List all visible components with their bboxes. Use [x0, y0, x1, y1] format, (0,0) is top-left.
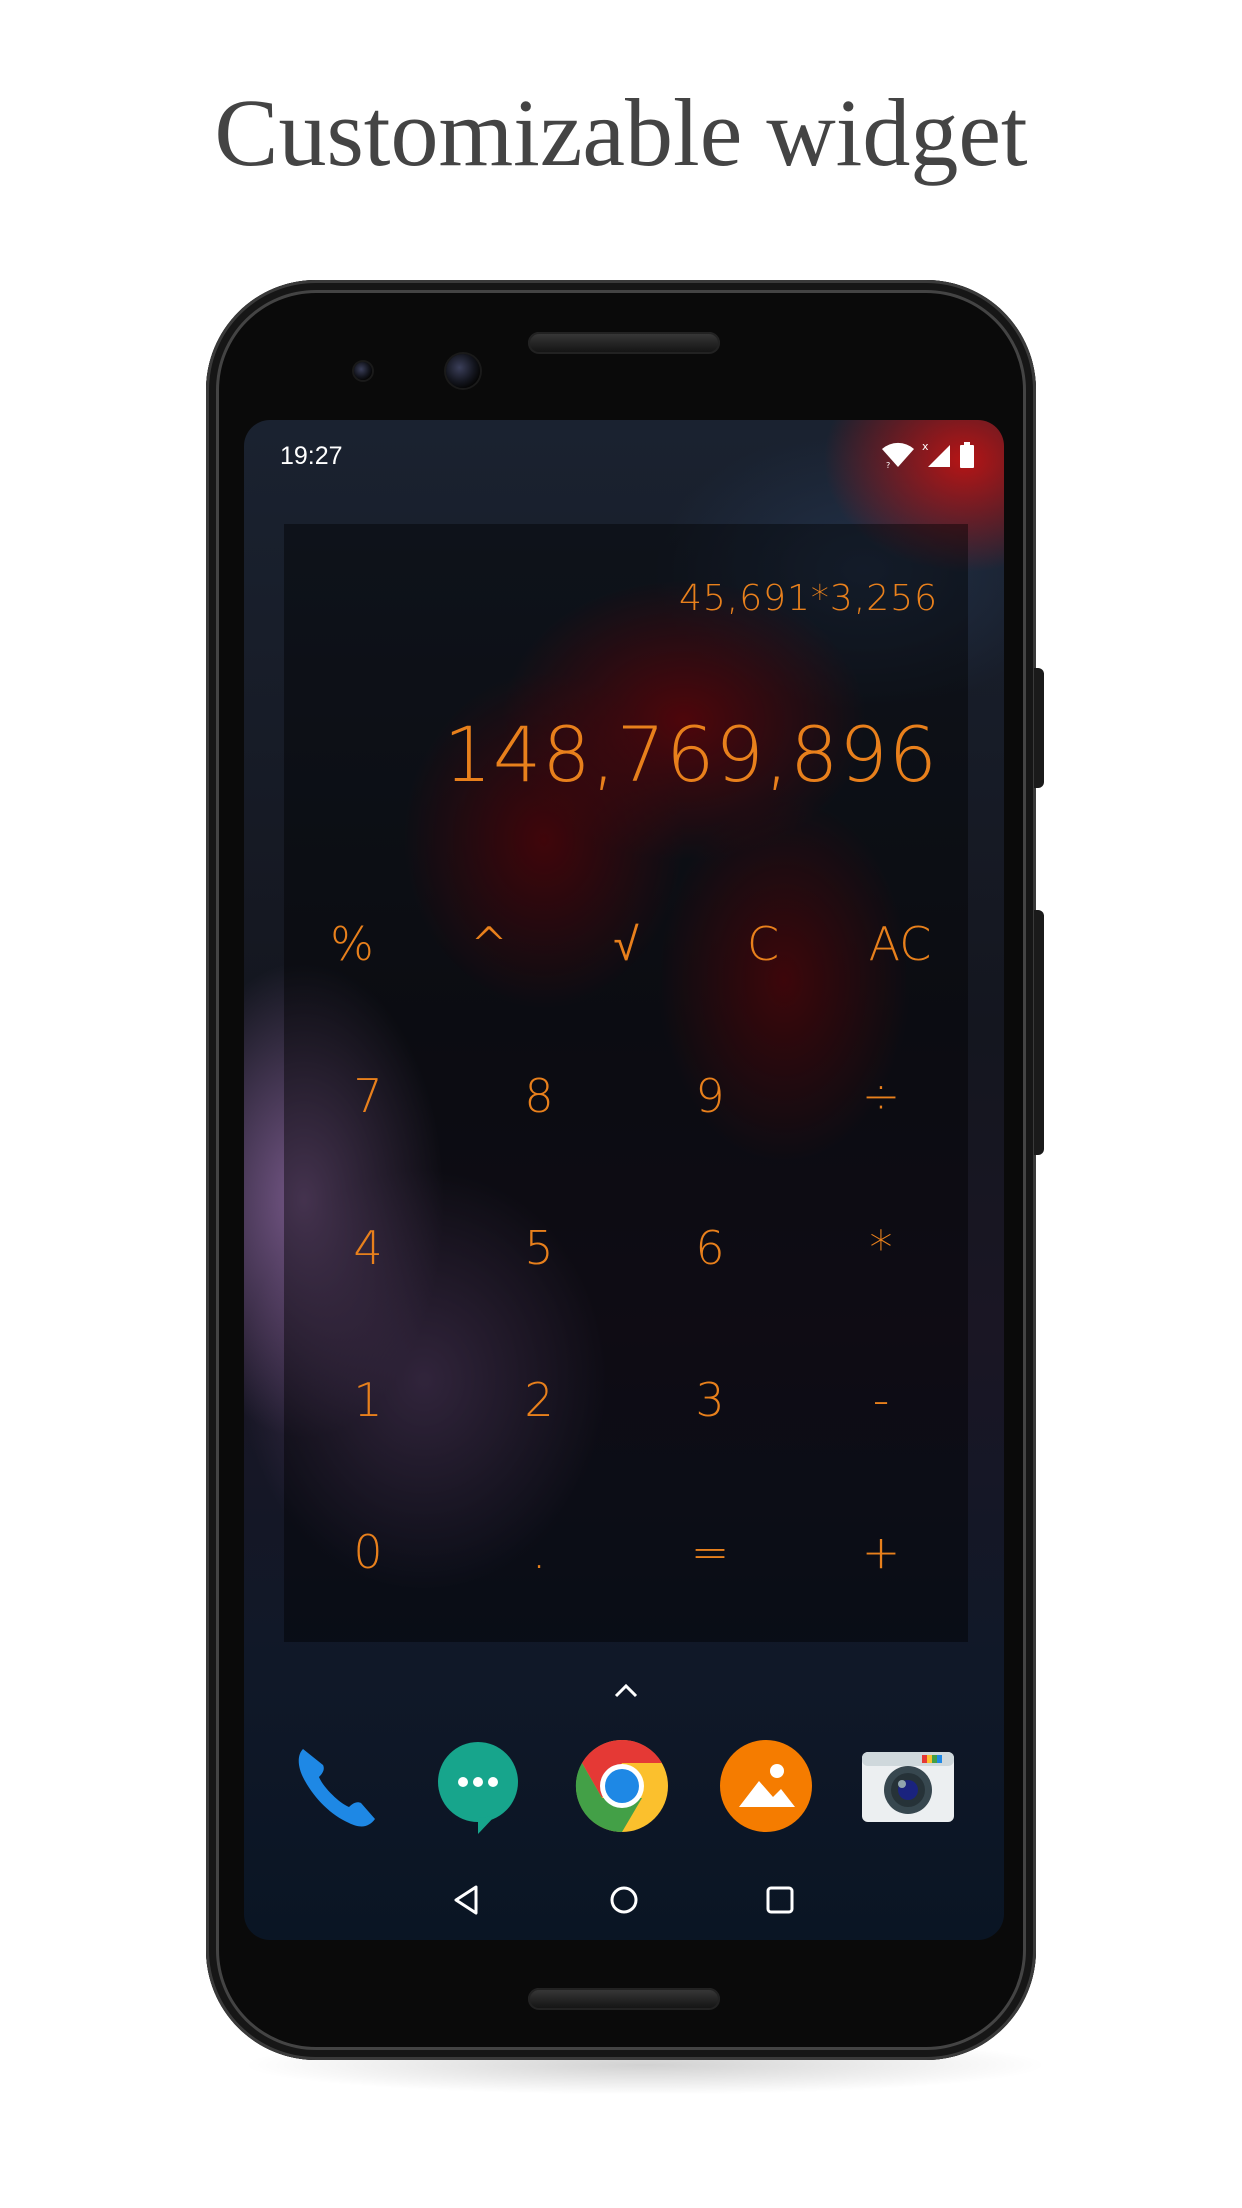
- key-minus[interactable]: -: [821, 1360, 941, 1440]
- status-time: 19:27: [280, 442, 343, 470]
- key-5[interactable]: 5: [479, 1208, 599, 1288]
- power-button: [1034, 668, 1044, 788]
- key-all-clear[interactable]: AC: [840, 904, 960, 984]
- key-clear[interactable]: C: [703, 904, 823, 984]
- recents-icon[interactable]: [758, 1878, 802, 1922]
- expression-display: 45,691*3,256: [678, 578, 938, 619]
- gallery-icon[interactable]: [718, 1738, 814, 1834]
- home-screen: 19:27 ? x 45,691*3,256 148,769,896 % ^ √…: [244, 420, 1004, 1940]
- result-display: 148,769,896: [443, 710, 938, 799]
- chrome-icon[interactable]: [574, 1738, 670, 1834]
- home-icon[interactable]: [602, 1878, 646, 1922]
- wifi-icon: ?: [882, 442, 914, 468]
- app-drawer-chevron-icon[interactable]: [612, 1680, 640, 1700]
- svg-text:?: ?: [886, 461, 890, 468]
- key-multiply[interactable]: *: [821, 1208, 941, 1288]
- key-3[interactable]: 3: [650, 1360, 770, 1440]
- key-2[interactable]: 2: [479, 1360, 599, 1440]
- key-1[interactable]: 1: [308, 1360, 428, 1440]
- calculator-widget[interactable]: 45,691*3,256 148,769,896 % ^ √ C AC 7 8 …: [284, 524, 968, 1642]
- phone-icon[interactable]: [286, 1738, 382, 1834]
- key-0[interactable]: 0: [308, 1512, 428, 1592]
- key-divide[interactable]: ÷: [821, 1056, 941, 1136]
- key-6[interactable]: 6: [650, 1208, 770, 1288]
- key-plus[interactable]: +: [821, 1512, 941, 1592]
- key-7[interactable]: 7: [308, 1056, 428, 1136]
- back-icon[interactable]: [444, 1878, 488, 1922]
- key-4[interactable]: 4: [308, 1208, 428, 1288]
- messages-icon[interactable]: [430, 1738, 526, 1834]
- svg-text:x: x: [922, 441, 929, 453]
- volume-button: [1034, 910, 1044, 1155]
- key-power[interactable]: ^: [429, 904, 549, 984]
- bottom-speaker: [528, 1988, 720, 2010]
- key-9[interactable]: 9: [650, 1056, 770, 1136]
- key-decimal[interactable]: .: [479, 1512, 599, 1592]
- cell-signal-icon: x: [922, 441, 952, 469]
- battery-icon: [960, 442, 974, 468]
- earpiece-speaker: [528, 332, 720, 354]
- key-percent[interactable]: %: [292, 904, 412, 984]
- key-8[interactable]: 8: [479, 1056, 599, 1136]
- front-camera: [446, 354, 480, 388]
- headline: Customizable widget: [214, 79, 1028, 186]
- key-sqrt[interactable]: √: [566, 904, 686, 984]
- key-equals[interactable]: =: [650, 1512, 770, 1592]
- status-icons: ? x: [882, 438, 974, 472]
- front-sensor: [354, 362, 372, 380]
- camera-icon[interactable]: [860, 1738, 956, 1834]
